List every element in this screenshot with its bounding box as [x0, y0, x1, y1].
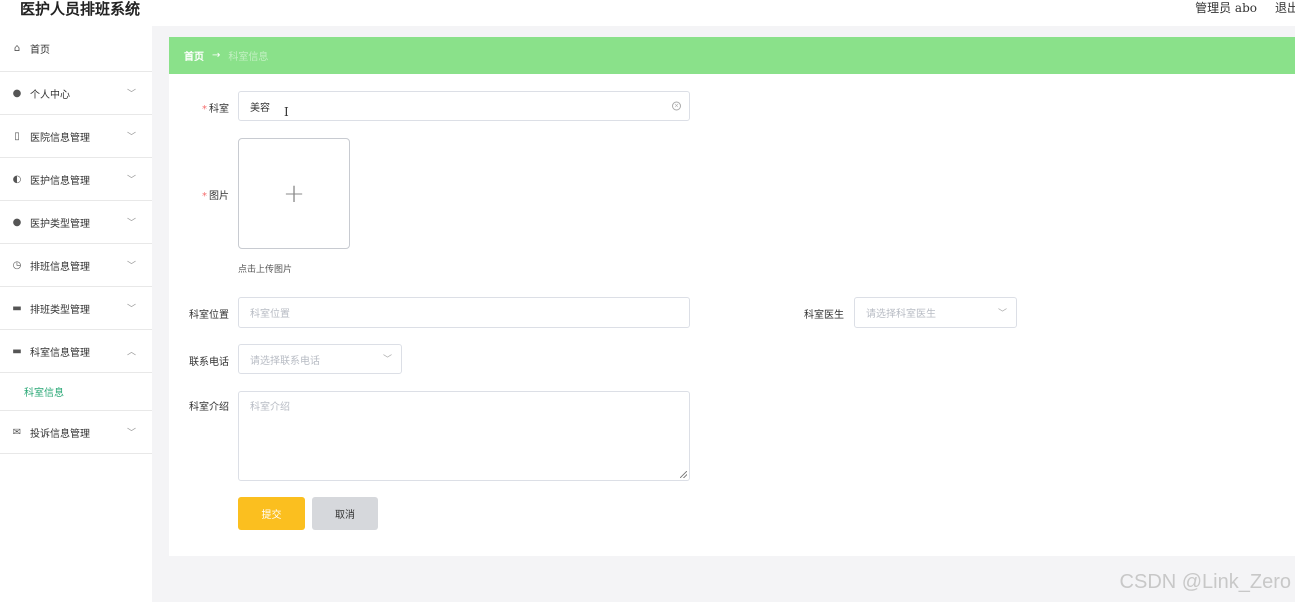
chevron-down-icon: ﹀ [126, 261, 136, 272]
chat-icon: ▬ [12, 345, 22, 357]
resize-handle-icon[interactable] [680, 471, 687, 478]
chevron-up-icon: ︿ [126, 347, 136, 358]
doctor-label: 科室医生 [804, 310, 844, 321]
image-label: * 图片 [202, 191, 229, 202]
chevron-down-icon: ﹀ [126, 218, 136, 229]
sidebar-item-complaints[interactable]: ✉ 投诉信息管理 ﹀ [0, 411, 152, 454]
chevron-down-icon: ﹀ [126, 89, 136, 100]
submit-button[interactable]: 提交 [238, 497, 305, 530]
home-icon: ⌂ [13, 43, 21, 54]
clock-icon: ◷ [12, 259, 22, 271]
chevron-down-icon: ﹀ [126, 428, 136, 439]
chevron-down-icon: ﹀ [126, 304, 136, 315]
sidebar-item-dept-info[interactable]: ▬ 科室信息管理 ︿ [0, 330, 152, 373]
sidebar-item-home[interactable]: ⌂ 首页 [0, 26, 152, 72]
phone-placeholder: 请选择联系电话 [250, 355, 320, 367]
sidebar-item-schedule-type[interactable]: ▬ 排班类型管理 ﹀ [0, 287, 152, 330]
sidebar-item-label: 排班信息管理 [30, 261, 90, 273]
plus-icon: + [283, 178, 305, 209]
dept-form: * 科室 美容 × I * 图片 + 点击上传图片 科室位置 科室位置 科室医生 请… [169, 74, 1295, 556]
sidebar-item-staff-info[interactable]: ◐ 医护信息管理 ﹀ [0, 158, 152, 201]
mail-icon: ✉ [12, 426, 22, 438]
app-title: 医护人员排班系统 [20, 0, 141, 18]
arrow-right-icon: → [212, 50, 221, 61]
doctor-placeholder: 请选择科室医生 [866, 309, 936, 320]
image-upload[interactable]: + [238, 138, 350, 249]
dept-label: * 科室 [202, 104, 229, 115]
breadcrumb-current: 科室信息 [228, 52, 269, 63]
intro-placeholder: 科室介绍 [250, 402, 290, 413]
box-icon: ▬ [12, 302, 22, 314]
intro-textarea[interactable]: 科室介绍 [238, 391, 690, 481]
logout-link[interactable]: 退出 [1275, 0, 1295, 16]
phone-select[interactable]: 请选择联系电话 ﹀ [238, 344, 402, 374]
cancel-button[interactable]: 取消 [312, 497, 378, 530]
sidebar-item-label: 科室信息管理 [30, 347, 90, 359]
required-mark: * [202, 104, 207, 115]
dept-value: 美容 [250, 102, 270, 114]
sidebar-item-label: 投诉信息管理 [30, 428, 90, 440]
intro-label: 科室介绍 [189, 402, 229, 413]
breadcrumb-home[interactable]: 首页 [184, 48, 204, 63]
sidebar-item-hospital-info[interactable]: ▯ 医院信息管理 ﹀ [0, 115, 152, 158]
required-mark: * [202, 191, 207, 202]
clear-icon[interactable]: × [672, 101, 681, 111]
sidebar-subitem-dept[interactable]: 科室信息 [0, 373, 152, 411]
dept-input[interactable]: 美容 × [238, 91, 690, 121]
phone-icon: ▯ [14, 130, 20, 142]
location-placeholder: 科室位置 [250, 309, 290, 320]
sidebar-item-personal-center[interactable]: ● 个人中心 ﹀ [0, 72, 152, 115]
balloon-icon: ● [12, 216, 22, 228]
sidebar-item-staff-type[interactable]: ● 医护类型管理 ﹀ [0, 201, 152, 244]
sidebar: ⌂ 首页 ● 个人中心 ﹀ ▯ 医院信息管理 ﹀ ◐ 医护信息管理 ﹀ ● 医护… [0, 26, 152, 602]
sidebar-item-label: 医院信息管理 [30, 132, 90, 144]
chevron-down-icon: ﹀ [126, 132, 136, 143]
chevron-down-icon: ﹀ [126, 175, 136, 186]
chevron-down-icon: ﹀ [382, 354, 392, 365]
doctor-select[interactable]: 请选择科室医生 ﹀ [854, 297, 1017, 328]
sidebar-item-label: 首页 [30, 45, 50, 56]
location-input[interactable]: 科室位置 [238, 297, 690, 328]
sidebar-item-label: 医护类型管理 [30, 218, 90, 230]
sidebar-item-label: 个人中心 [30, 89, 70, 101]
watermark: CSDN @Link_Zero [1119, 571, 1291, 593]
top-bar: 医护人员排班系统 管理员 abo 退出 [0, 0, 1295, 26]
text-cursor-icon: I [284, 105, 289, 119]
location-label: 科室位置 [189, 310, 229, 321]
upload-hint: 点击上传图片 [238, 265, 293, 275]
current-user: 管理员 abo [1195, 1, 1257, 15]
sidebar-item-schedule-info[interactable]: ◷ 排班信息管理 ﹀ [0, 244, 152, 287]
breadcrumb: 首页 → 科室信息 [169, 37, 1295, 74]
sidebar-item-label: 排班类型管理 [30, 304, 90, 316]
microphone-icon: ◐ [12, 173, 22, 185]
sidebar-item-label: 医护信息管理 [30, 175, 90, 187]
chevron-down-icon: ﹀ [997, 308, 1007, 319]
user-icon: ● [12, 87, 22, 99]
phone-label: 联系电话 [189, 357, 229, 368]
